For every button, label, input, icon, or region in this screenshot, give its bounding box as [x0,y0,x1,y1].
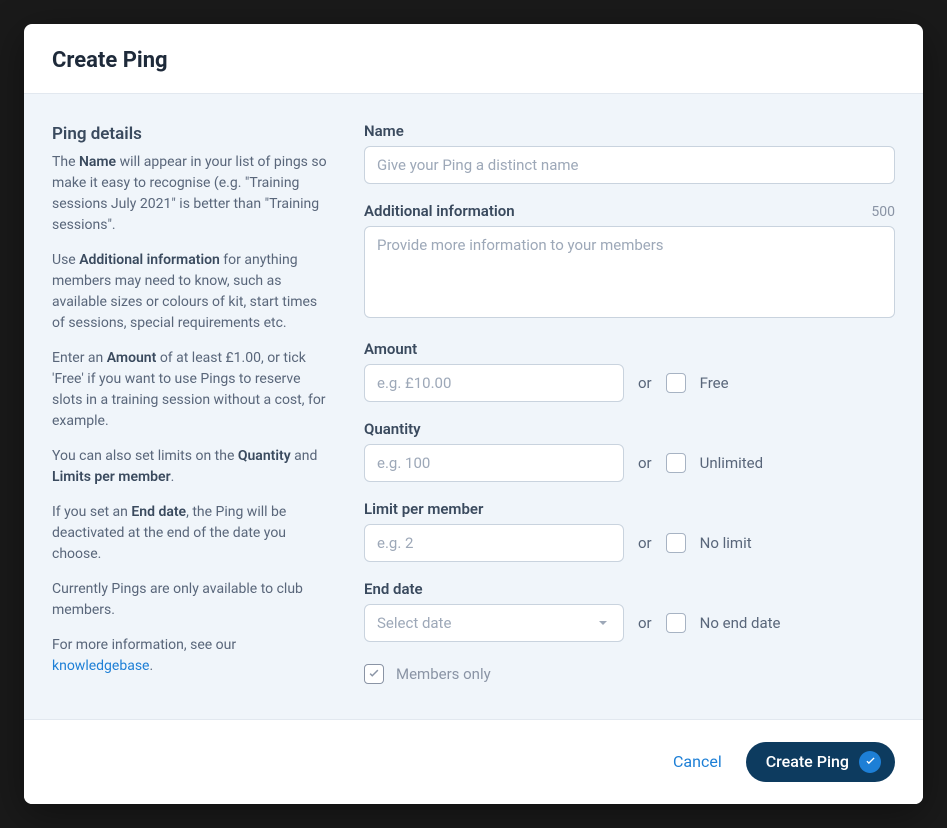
limit-field: Limit per member or No limit [364,500,895,562]
modal-body: Ping details The Name will appear in you… [24,94,923,719]
info-char-count: 500 [871,204,895,220]
modal-title: Create Ping [52,48,895,73]
amount-input[interactable] [364,364,624,402]
amount-label: Amount [364,340,895,358]
limit-or: or [638,534,652,552]
help-paragraph-availability: Currently Pings are only available to cl… [52,579,332,621]
noenddate-checkbox[interactable] [666,613,686,633]
enddate-field: End date Select date or No end date [364,580,895,642]
help-paragraph-info: Use Additional information for anything … [52,250,332,334]
noenddate-label: No end date [700,614,781,632]
help-paragraph-enddate: If you set an End date, the Ping will be… [52,502,332,565]
unlimited-checkbox[interactable] [666,453,686,473]
create-ping-button-label: Create Ping [766,752,849,771]
form: Name Additional information 500 Amount o… [364,122,895,691]
quantity-label: Quantity [364,420,895,438]
info-field: Additional information 500 [364,202,895,322]
name-field: Name [364,122,895,184]
amount-field: Amount or Free [364,340,895,402]
sidebar-help: Ping details The Name will appear in you… [52,122,332,691]
enddate-placeholder: Select date [377,614,451,632]
create-ping-button[interactable]: Create Ping [746,742,895,782]
limit-label: Limit per member [364,500,895,518]
help-paragraph-quantity: You can also set limits on the Quantity … [52,446,332,488]
help-paragraph-name: The Name will appear in your list of pin… [52,152,332,236]
limit-input[interactable] [364,524,624,562]
modal-footer: Cancel Create Ping [24,719,923,804]
amount-or: or [638,374,652,392]
members-only-checkbox[interactable] [364,664,384,684]
members-only-label: Members only [396,665,491,683]
check-icon [367,667,381,681]
name-input[interactable] [364,146,895,184]
create-ping-modal: Create Ping Ping details The Name will a… [24,24,923,804]
knowledgebase-link[interactable]: knowledgebase [52,658,149,674]
enddate-or: or [638,614,652,632]
enddate-select[interactable]: Select date [364,604,624,642]
check-icon [864,755,877,768]
free-checkbox[interactable] [666,373,686,393]
check-circle-icon [859,751,881,773]
nolimit-checkbox[interactable] [666,533,686,553]
nolimit-label: No limit [700,534,752,552]
name-label: Name [364,122,895,140]
help-paragraph-amount: Enter an Amount of at least £1.00, or ti… [52,348,332,432]
sidebar-heading: Ping details [52,122,332,148]
unlimited-label: Unlimited [700,454,763,472]
chevron-down-icon [595,615,611,631]
cancel-button[interactable]: Cancel [673,752,722,771]
quantity-input[interactable] [364,444,624,482]
quantity-or: or [638,454,652,472]
quantity-field: Quantity or Unlimited [364,420,895,482]
help-paragraph-more: For more information, see our knowledgeb… [52,635,332,677]
enddate-label: End date [364,580,895,598]
modal-header: Create Ping [24,24,923,94]
free-label: Free [700,374,729,392]
info-textarea[interactable] [364,226,895,318]
members-only-row: Members only [364,664,895,684]
info-label: Additional information [364,202,515,220]
